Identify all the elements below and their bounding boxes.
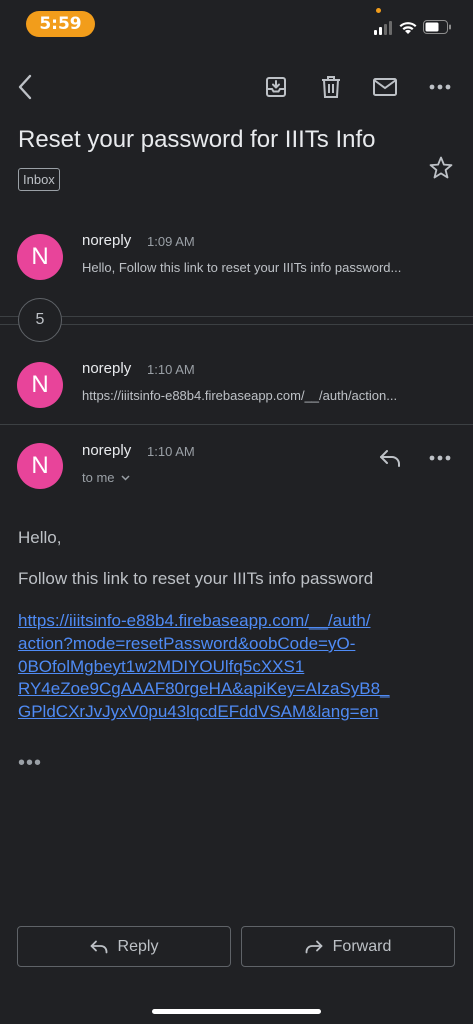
status-icons xyxy=(374,20,451,35)
reply-icon xyxy=(90,940,107,953)
recipient-label: to me xyxy=(82,470,115,485)
avatar: N xyxy=(17,234,63,280)
trash-icon xyxy=(322,76,340,98)
link-line: action?mode=resetPassword&oobCode=yO- xyxy=(18,633,356,653)
message-time: 1:10 AM xyxy=(147,444,195,459)
link-line: RY4eZoe9CgAAAF80rgeHA&apiKey=AIzaSyB8_ xyxy=(18,679,390,699)
battery-icon xyxy=(423,20,451,34)
reply-icon xyxy=(380,450,400,467)
thread-item[interactable]: N noreply 1:09 AM Hello, Follow this lin… xyxy=(0,222,473,292)
forward-button[interactable]: Forward xyxy=(241,926,455,967)
message-time: 1:09 AM xyxy=(147,234,195,249)
archive-icon xyxy=(266,77,286,97)
back-button[interactable] xyxy=(10,72,40,102)
mail-icon xyxy=(373,78,397,96)
recipient-details-toggle[interactable]: to me xyxy=(82,470,130,485)
sender-name[interactable]: noreply xyxy=(82,442,131,459)
message-line: Follow this link to reset your IIITs inf… xyxy=(18,569,374,588)
status-time: 5:59 xyxy=(26,11,95,37)
collapsed-divider-bottom xyxy=(0,324,473,325)
email-subject: Reset your password for IIITs Info xyxy=(18,126,376,153)
collapsed-divider-top xyxy=(0,316,473,317)
mark-unread-button[interactable] xyxy=(370,72,400,102)
show-trimmed-content[interactable]: ••• xyxy=(18,752,42,775)
message-snippet: https://iiitsinfo-e88b4.firebaseapp.com/… xyxy=(82,388,398,403)
message-time: 1:10 AM xyxy=(147,362,195,377)
delete-button[interactable] xyxy=(316,72,346,102)
avatar: N xyxy=(17,362,63,408)
avatar: N xyxy=(17,443,63,489)
archive-button[interactable] xyxy=(261,72,291,102)
wifi-icon xyxy=(399,22,417,34)
more-horizontal-icon xyxy=(429,84,451,90)
collapsed-messages-count[interactable]: 5 xyxy=(18,298,62,342)
message-more-button[interactable] xyxy=(425,443,455,473)
message-divider xyxy=(0,424,473,425)
more-horizontal-icon xyxy=(429,455,451,461)
sender-name: noreply xyxy=(82,232,132,249)
link-line: 0BOfolMgbeyt1w2MDIYOUlfq5cXXS1 xyxy=(18,656,305,676)
home-indicator[interactable] xyxy=(152,1009,321,1014)
message-greeting: Hello, xyxy=(18,528,62,547)
more-options-button[interactable] xyxy=(425,72,455,102)
inbox-label[interactable]: Inbox xyxy=(18,168,60,191)
chevron-left-icon xyxy=(18,74,32,100)
reply-label: Reply xyxy=(117,937,159,955)
mic-indicator-dot xyxy=(376,8,381,13)
star-icon[interactable] xyxy=(428,155,454,181)
reply-button[interactable]: Reply xyxy=(17,926,231,967)
sender-name: noreply xyxy=(82,360,132,377)
message-snippet: Hello, Follow this link to reset your II… xyxy=(82,260,402,275)
reset-password-link[interactable]: https://iiitsinfo-e88b4.firebaseapp.com/… xyxy=(18,610,458,724)
chevron-down-icon xyxy=(120,474,130,481)
forward-icon xyxy=(305,940,323,953)
forward-label: Forward xyxy=(332,937,392,955)
reply-icon-button[interactable] xyxy=(375,443,405,473)
link-line: https://iiitsinfo-e88b4.firebaseapp.com/… xyxy=(18,611,371,630)
signal-icon xyxy=(374,21,392,35)
thread-item[interactable]: N noreply 1:10 AM https://iiitsinfo-e88b… xyxy=(0,352,473,418)
link-line: GPldCXrJvJyxV0pu43lqcdEFddVSAM&lang=en xyxy=(18,702,379,722)
